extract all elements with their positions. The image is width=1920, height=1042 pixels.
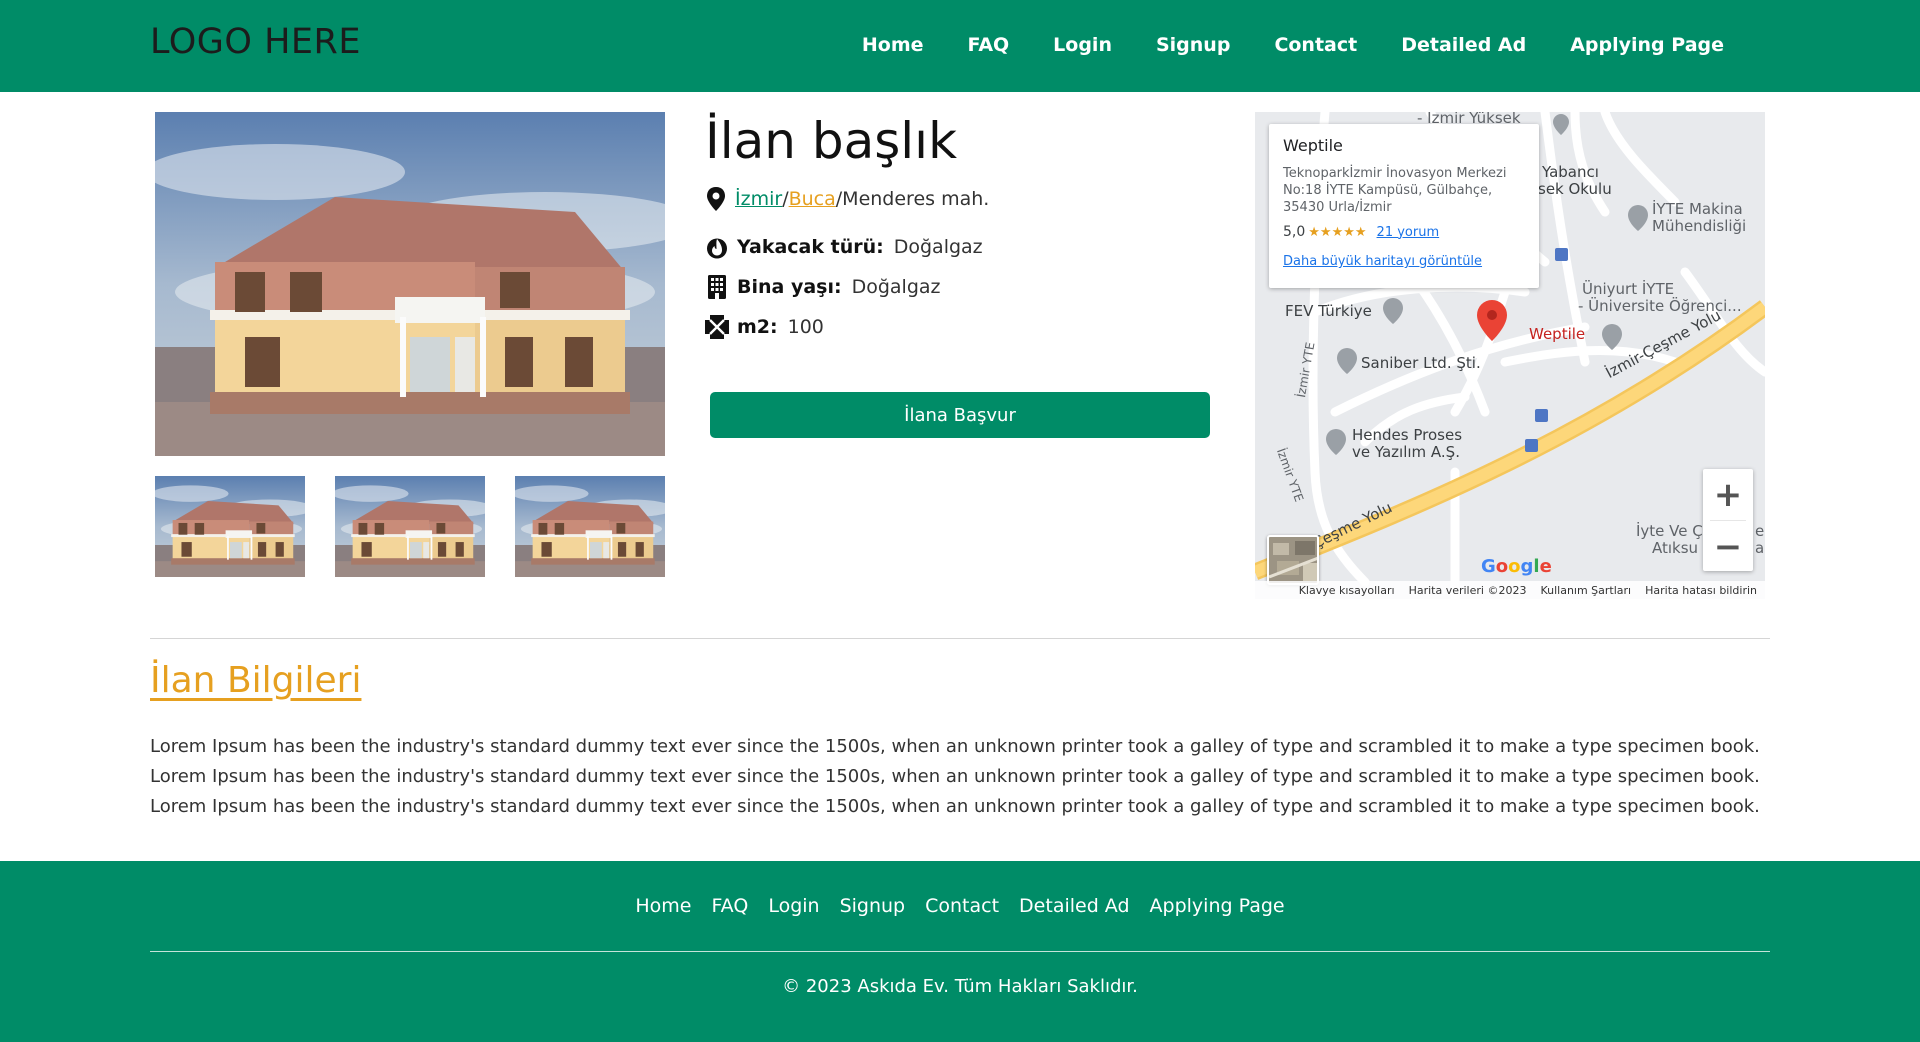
section-divider: [150, 638, 1770, 639]
attribute-label: m2:: [737, 316, 778, 338]
map-label: a: [1755, 539, 1765, 557]
satellite-thumbnail-icon: [1269, 537, 1317, 583]
footer-nav-home[interactable]: Home: [625, 895, 701, 917]
location-row: İzmir / Buca / Menderes mah.: [705, 184, 989, 214]
map-label: Yabancı: [1542, 163, 1599, 181]
copyright-text: © 2023 Askıda Ev. Tüm Hakları Saklıdır.: [782, 976, 1138, 997]
logo[interactable]: LOGO HERE: [150, 22, 361, 62]
attribute-value: Doğalgaz: [851, 276, 941, 298]
zoom-in-button[interactable]: +: [1703, 469, 1753, 520]
google-letter: e: [1539, 556, 1552, 577]
map-label: sek Okulu: [1538, 180, 1612, 198]
footer-nav: Home FAQ Login Signup Contact Detailed A…: [0, 895, 1920, 917]
fire-icon: [705, 234, 729, 260]
listing-title: İlan başlık: [705, 112, 958, 170]
place-name: Weptile: [1283, 136, 1343, 155]
report-map-error-link[interactable]: Harita hatası bildirin: [1645, 584, 1757, 597]
map-label: İyte Ve Ç: [1636, 522, 1703, 540]
nav-applying-page[interactable]: Applying Page: [1548, 34, 1746, 56]
map-data-credit: Harita verileri ©2023: [1408, 583, 1527, 597]
map-label: Saniber Ltd. Şti.: [1361, 354, 1481, 372]
map-label: Mühendisliği: [1652, 217, 1747, 235]
google-letter: o: [1495, 556, 1509, 577]
rating-value: 5,0: [1283, 224, 1306, 240]
location-neighborhood: Menderes mah.: [842, 188, 990, 210]
place-address: Teknoparkİzmir İnovasyon Merkezi No:18 İ…: [1283, 165, 1525, 216]
listing-description: Lorem Ipsum has been the industry's stan…: [150, 736, 1760, 817]
star-rating-icon: ★★★★★: [1308, 224, 1367, 240]
footer-nav-contact[interactable]: Contact: [915, 895, 1009, 917]
map-place-card: Weptile Teknoparkİzmir İnovasyon Merkezi…: [1269, 124, 1539, 288]
footer-divider: [150, 951, 1770, 952]
main-listing-photo[interactable]: [155, 112, 665, 456]
top-navbar: LOGO HERE Home FAQ Login Signup Contact …: [0, 0, 1920, 92]
place-rating: 5,0 ★★★★★ 21 yorum: [1283, 224, 1525, 240]
nav-login[interactable]: Login: [1031, 34, 1134, 56]
map-pin-icon: [707, 187, 725, 211]
attribute-label: Bina yaşı:: [737, 276, 842, 298]
area-icon: [705, 314, 729, 340]
google-letter: G: [1481, 556, 1496, 577]
address-line: Teknoparkİzmir İnovasyon Merkezi: [1283, 166, 1507, 181]
attribute-heating: Yakacak türü: Doğalgaz: [705, 232, 983, 262]
zoom-out-button[interactable]: −: [1703, 521, 1753, 572]
nav-faq[interactable]: FAQ: [946, 34, 1032, 56]
satellite-toggle-button[interactable]: [1267, 535, 1319, 585]
map-label: Atıksu: [1652, 539, 1699, 557]
map-label: Üniyurt İYTE: [1582, 280, 1675, 298]
nav-home[interactable]: Home: [840, 34, 946, 56]
map-label-weptile[interactable]: Weptile: [1529, 326, 1585, 343]
map-label: İYTE Makina: [1652, 200, 1743, 218]
google-logo: Google: [1481, 556, 1552, 577]
location-city-link[interactable]: İzmir: [735, 188, 782, 210]
house-thumbnail-image: [515, 476, 665, 577]
attribute-building-age: Bina yaşı: Doğalgaz: [705, 272, 941, 302]
thumbnail-3[interactable]: [515, 476, 665, 577]
nav-contact[interactable]: Contact: [1252, 34, 1379, 56]
address-line: No:18 İYTE Kampüsü, Gülbahçe,: [1283, 183, 1493, 198]
terms-link[interactable]: Kullanım Şartları: [1540, 584, 1631, 597]
apply-listing-button[interactable]: İlana Başvur: [710, 392, 1210, 438]
attribute-area: m2: 100: [705, 312, 824, 342]
attribute-label: Yakacak türü:: [737, 236, 884, 258]
address-line: 35430 Urla/İzmir: [1283, 200, 1392, 215]
nav-detailed-ad[interactable]: Detailed Ad: [1379, 34, 1548, 56]
footer-nav-applying-page[interactable]: Applying Page: [1140, 895, 1295, 917]
footer: Home FAQ Login Signup Contact Detailed A…: [0, 861, 1920, 1042]
house-thumbnail-image: [335, 476, 485, 577]
map-zoom-controls: + −: [1703, 469, 1753, 571]
footer-nav-detailed-ad[interactable]: Detailed Ad: [1009, 895, 1139, 917]
map-attribution-bar: Klavye kısayolları Harita verileri ©2023…: [1255, 581, 1765, 599]
reviews-link[interactable]: 21 yorum: [1377, 225, 1440, 240]
map-label: FEV Türkiye: [1285, 302, 1372, 320]
map-label: Hendes Proses: [1352, 426, 1463, 444]
listing-info-heading: İlan Bilgileri: [150, 660, 362, 701]
map-label: er: [1755, 522, 1765, 540]
footer-nav-login[interactable]: Login: [758, 895, 829, 917]
footer-nav-faq[interactable]: FAQ: [702, 895, 759, 917]
main-nav: Home FAQ Login Signup Contact Detailed A…: [840, 34, 1746, 56]
map-label: ve Yazılım A.Ş.: [1352, 443, 1460, 461]
attribute-value: Doğalgaz: [893, 236, 983, 258]
keyboard-shortcuts-link[interactable]: Klavye kısayolları: [1299, 584, 1395, 597]
building-icon: [705, 274, 729, 300]
footer-nav-signup[interactable]: Signup: [830, 895, 916, 917]
google-letter: g: [1520, 556, 1534, 577]
house-thumbnail-image: [155, 476, 305, 577]
embedded-map[interactable]: - İzmir Yüksek Yabancı sek Okulu İYTE Ma…: [1255, 112, 1765, 599]
thumbnail-2[interactable]: [335, 476, 485, 577]
attribute-value: 100: [787, 316, 824, 338]
google-letter: o: [1508, 556, 1521, 577]
house-image: [155, 112, 665, 456]
nav-signup[interactable]: Signup: [1134, 34, 1252, 56]
view-larger-map-link[interactable]: Daha büyük haritayı görüntüle: [1283, 254, 1482, 269]
location-district-link[interactable]: Buca: [789, 188, 836, 210]
thumbnail-1[interactable]: [155, 476, 305, 577]
